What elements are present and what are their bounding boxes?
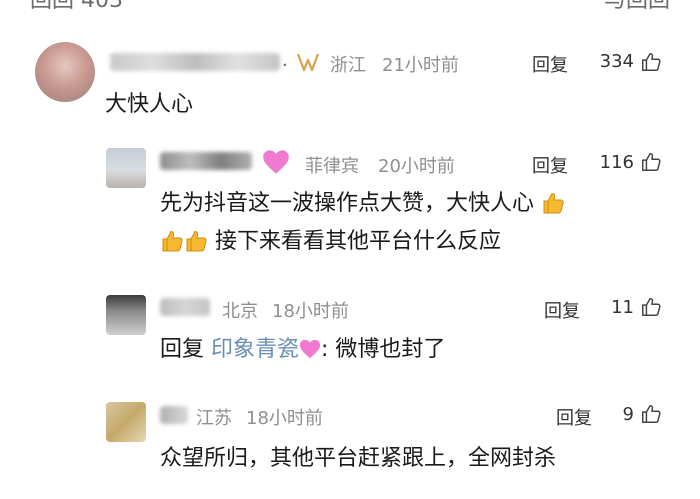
reply-item: 北京 18小时前 回复 11 回复 印象青瓷 : 微博也封了 bbox=[0, 275, 700, 380]
thumbs-up-emoji-icon bbox=[162, 230, 183, 252]
reply-body: : 微博也封了 bbox=[321, 337, 446, 362]
blurred-username[interactable] bbox=[160, 152, 252, 170]
comment-text: 回复 印象青瓷 : 微博也封了 bbox=[160, 333, 445, 367]
comment-text-line-2: 接下来看看其他平台什么反应 bbox=[160, 225, 501, 259]
avatar[interactable] bbox=[106, 402, 146, 442]
reply-button[interactable]: 回复 bbox=[556, 404, 592, 430]
vip-badge-icon bbox=[296, 53, 320, 72]
reply-button[interactable]: 回复 bbox=[544, 297, 580, 323]
avatar[interactable] bbox=[106, 148, 146, 188]
timestamp: 18小时前 bbox=[246, 408, 323, 429]
like-count: 9 bbox=[622, 404, 634, 425]
location: 北京 bbox=[222, 301, 258, 322]
reply-button[interactable]: 回复 bbox=[532, 152, 568, 178]
comment-item: . 浙江 21小时前 回复 334 大快人心 bbox=[0, 0, 700, 135]
comment-text-line-1: 先为抖音这一波操作点大赞，大快人心 bbox=[160, 187, 565, 221]
reply-button[interactable]: 回复 bbox=[532, 51, 568, 77]
comment-text: 先为抖音这一波操作点大赞，大快人心 bbox=[160, 191, 535, 216]
comment-text: 接下来看看其他平台什么反应 bbox=[215, 229, 502, 254]
heart-icon bbox=[299, 339, 321, 359]
comment-text: 大快人心 bbox=[105, 92, 194, 117]
username-suffix: . bbox=[282, 50, 288, 71]
thumbs-up-emoji-icon bbox=[186, 230, 207, 252]
avatar[interactable] bbox=[106, 295, 146, 335]
mention-link[interactable]: 印象青瓷 bbox=[211, 337, 299, 362]
like-count: 11 bbox=[611, 297, 634, 318]
blurred-username[interactable] bbox=[160, 298, 210, 316]
thumbs-up-icon[interactable] bbox=[640, 296, 662, 318]
reply-item: 菲律宾 20小时前 回复 116 先为抖音这一波操作点大赞，大快人心 接下来看看… bbox=[0, 135, 700, 275]
avatar[interactable] bbox=[35, 42, 95, 102]
thumbs-up-icon[interactable] bbox=[640, 51, 662, 73]
thumbs-up-emoji-icon bbox=[543, 192, 564, 214]
comment-text: 众望所归，其他平台赶紧跟上，全网封杀 bbox=[160, 446, 557, 471]
thumbs-up-icon[interactable] bbox=[640, 151, 662, 173]
blurred-username[interactable] bbox=[110, 53, 280, 71]
heart-icon bbox=[263, 150, 289, 174]
thumbs-up-icon[interactable] bbox=[640, 403, 662, 425]
blurred-username[interactable] bbox=[160, 406, 188, 424]
location: 菲律宾 bbox=[305, 156, 359, 177]
timestamp: 21小时前 bbox=[382, 55, 459, 76]
like-count: 116 bbox=[599, 152, 634, 173]
timestamp: 18小时前 bbox=[272, 301, 349, 322]
like-count: 334 bbox=[599, 51, 634, 72]
reply-prefix: 回复 bbox=[160, 337, 211, 362]
location: 江苏 bbox=[196, 408, 232, 429]
location: 浙江 bbox=[330, 55, 366, 76]
timestamp: 20小时前 bbox=[378, 156, 455, 177]
reply-item: 江苏 18小时前 回复 9 众望所归，其他平台赶紧跟上，全网封杀 bbox=[0, 380, 700, 499]
